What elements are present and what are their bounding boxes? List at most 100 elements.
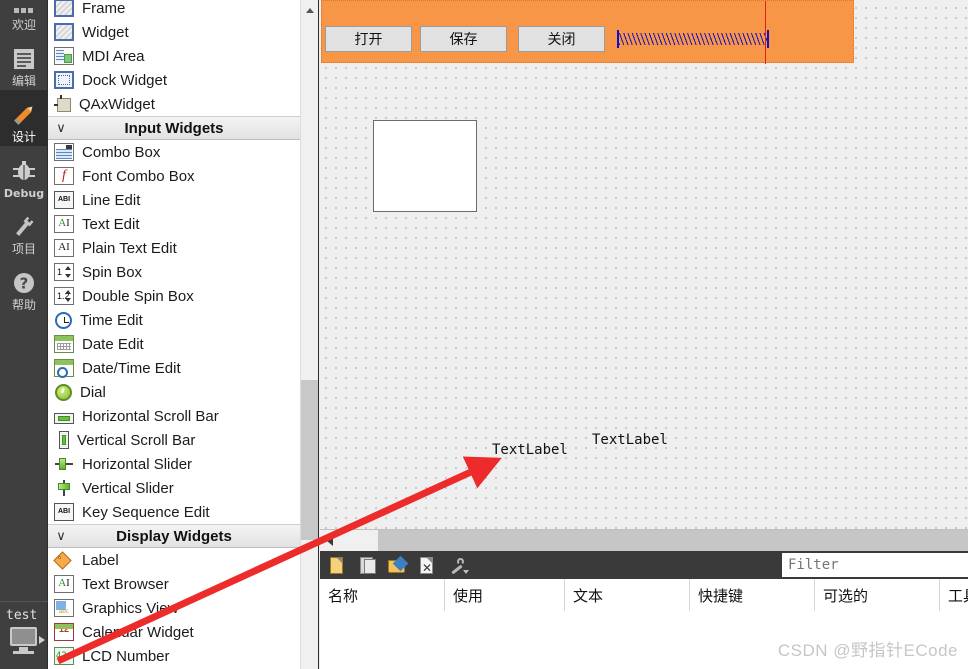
calendar-widget-icon: 12	[54, 623, 74, 641]
widget-item-label: Dial	[80, 383, 106, 401]
action-column-0[interactable]: 名称	[320, 579, 445, 611]
widget-item-label: Frame	[82, 0, 126, 17]
edit-action-icon[interactable]	[386, 555, 409, 576]
widget-item-dial[interactable]: Dial	[48, 380, 300, 404]
font-combo-box-icon: f	[54, 167, 74, 185]
key-sequence-edit-icon: ABI	[54, 503, 74, 521]
form-toolbar-container[interactable]: 打开 保存 关闭	[321, 0, 854, 64]
widget-item-label: Double Spin Box	[82, 287, 194, 305]
chevron-down-icon[interactable]: ∨	[48, 120, 74, 136]
widget-item-graphics-view[interactable]: Graphics View	[48, 596, 300, 620]
debug-bug-icon	[9, 156, 39, 186]
widget-item-label[interactable]: Label	[48, 548, 300, 572]
text-edit-widget[interactable]	[373, 120, 477, 212]
widget-item-label: LCD Number	[82, 647, 170, 665]
help-question-icon: ?	[9, 268, 39, 298]
widget-item-label: Horizontal Slider	[82, 455, 193, 473]
widget-item-mdi-area[interactable]: MDI Area	[48, 44, 300, 68]
desktop-monitor-icon	[10, 627, 37, 646]
widget-item-key-sequence-edit[interactable]: ABI Key Sequence Edit	[48, 500, 300, 524]
widget-item-widget[interactable]: Widget	[48, 20, 300, 44]
action-column-1[interactable]: 使用	[445, 579, 565, 611]
widget-item-dock-widget[interactable]: Dock Widget	[48, 68, 300, 92]
form-canvas[interactable]: 打开 保存 关闭 TextLabel TextLabel	[320, 0, 968, 529]
horizontal-slider-icon	[54, 455, 74, 473]
mode-item-edit[interactable]: 编辑	[0, 34, 48, 90]
open-button[interactable]: 打开	[325, 26, 412, 52]
kit-name: test	[6, 608, 38, 623]
widget-item-date-edit[interactable]: Date Edit	[48, 332, 300, 356]
widget-item-qaxwidget[interactable]: QAxWidget	[48, 92, 300, 116]
mode-item-help[interactable]: ? 帮助	[0, 258, 48, 314]
widget-item-font-combo-box[interactable]: f Font Combo Box	[48, 164, 300, 188]
action-column-3[interactable]: 快捷键	[690, 579, 815, 611]
mode-item-debug[interactable]: Debug	[0, 146, 48, 202]
widget-item-horizontal-slider[interactable]: Horizontal Slider	[48, 452, 300, 476]
widget-item-text-edit[interactable]: AI Text Edit	[48, 212, 300, 236]
text-label-2[interactable]: TextLabel	[592, 432, 668, 448]
widget-item-lcd-number[interactable]: 42. LCD Number	[48, 644, 300, 668]
scroll-left-icon[interactable]	[320, 530, 340, 551]
lcd-number-icon: 42.	[54, 647, 74, 665]
svg-text:?: ?	[20, 275, 29, 293]
widget-item-plain-text-edit[interactable]: AI Plain Text Edit	[48, 236, 300, 260]
mode-item-design[interactable]: 设计	[0, 90, 48, 146]
mdi-area-icon	[54, 47, 74, 65]
line-edit-icon: ABI	[54, 191, 74, 209]
label-icon	[54, 551, 74, 569]
filter-input[interactable]	[782, 553, 968, 577]
kit-selector[interactable]: test	[0, 601, 48, 669]
text-edit-icon: AI	[54, 215, 74, 233]
mode-item-welcome[interactable]: 欢迎	[0, 0, 48, 34]
widget-item-vertical-slider[interactable]: Vertical Slider	[48, 476, 300, 500]
widget-item-horizontal-scroll-bar[interactable]: Horizontal Scroll Bar	[48, 404, 300, 428]
widget-item-double-spin-box[interactable]: 1.2 Double Spin Box	[48, 284, 300, 308]
configure-icon[interactable]	[446, 556, 469, 576]
horizontal-spacer[interactable]	[617, 30, 769, 48]
widget-item-time-edit[interactable]: Time Edit	[48, 308, 300, 332]
dial-icon	[55, 383, 72, 401]
widget-item-date-time-edit[interactable]: Date/Time Edit	[48, 356, 300, 380]
widget-item-calendar-widget[interactable]: 12 Calendar Widget	[48, 620, 300, 644]
new-action-icon[interactable]	[326, 556, 348, 576]
canvas-horizontal-scrollbar[interactable]	[320, 529, 968, 551]
copy-action-icon[interactable]	[356, 556, 378, 576]
delete-x-mark: ✕	[422, 561, 433, 575]
widget-item-line-edit[interactable]: ABI Line Edit	[48, 188, 300, 212]
scrollbar-thumb[interactable]	[301, 380, 318, 540]
save-button[interactable]: 保存	[420, 26, 507, 52]
widget-item-label: Vertical Scroll Bar	[77, 431, 196, 449]
mode-item-projects[interactable]: 项目	[0, 202, 48, 258]
text-label-1[interactable]: TextLabel	[492, 442, 568, 458]
widget-item-combo-box[interactable]: Combo Box	[48, 140, 300, 164]
mode-label-debug: Debug	[3, 187, 45, 200]
run-arrow-icon[interactable]	[39, 636, 45, 644]
delete-action-icon[interactable]: ✕	[416, 556, 438, 576]
vertical-scroll-bar-icon	[59, 431, 69, 449]
mode-label-help: 帮助	[11, 298, 36, 312]
scroll-up-icon[interactable]	[301, 0, 318, 20]
selection-guide-line	[765, 1, 766, 64]
widget-item-label: Text Browser	[82, 575, 169, 593]
widget-item-label: Label	[82, 551, 119, 569]
form-editor: 打开 保存 关闭 TextLabel TextLabel ✕ Filter 名称…	[318, 0, 968, 669]
close-button[interactable]: 关闭	[518, 26, 605, 52]
mode-label-projects: 项目	[11, 242, 36, 256]
chevron-down-icon[interactable]	[463, 570, 469, 574]
action-column-5[interactable]: 工具	[940, 579, 968, 611]
widget-item-spin-box[interactable]: 1 Spin Box	[48, 260, 300, 284]
copy-doc-front	[364, 559, 376, 574]
chevron-down-icon[interactable]: ∨	[48, 528, 74, 544]
widget-box-scrollbar[interactable]	[300, 0, 318, 669]
widget-group-input-widgets[interactable]: ∨ Input Widgets	[48, 116, 300, 140]
action-column-4[interactable]: 可选的	[815, 579, 940, 611]
mode-label-design: 设计	[11, 130, 36, 144]
canvas-hscrollbar-thumb[interactable]	[340, 530, 378, 551]
widget-item-text-browser[interactable]: AI Text Browser	[48, 572, 300, 596]
widget-item-frame[interactable]: Frame	[48, 0, 300, 20]
widget-group-display-widgets[interactable]: ∨ Display Widgets	[48, 524, 300, 548]
widget-item-label: Spin Box	[82, 263, 143, 281]
action-column-2[interactable]: 文本	[565, 579, 690, 611]
widget-item-vertical-scroll-bar[interactable]: Vertical Scroll Bar	[48, 428, 300, 452]
date-edit-icon	[54, 335, 74, 353]
